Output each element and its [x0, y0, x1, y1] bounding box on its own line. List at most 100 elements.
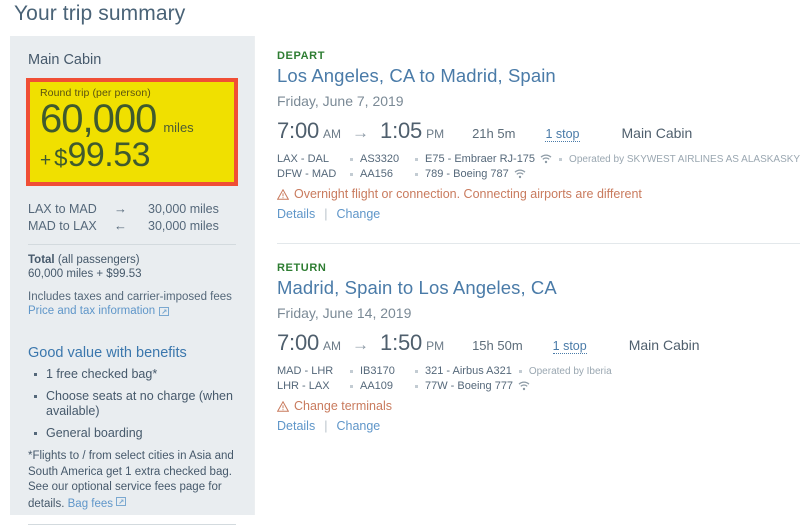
segment-separator-icon [559, 157, 563, 161]
fare-miles-unit: miles [163, 120, 194, 135]
benefits-footnote: *Flights to / from select cities in Asia… [28, 449, 238, 512]
itinerary-cabin: Main Cabin [621, 125, 693, 141]
wifi-icon [514, 169, 526, 179]
page-title: Your trip summary [14, 2, 186, 25]
time-arrow-icon: → [352, 335, 370, 354]
itinerary-date: Friday, June 7, 2019 [277, 93, 404, 109]
segment-airports: LHR - LAX [277, 380, 330, 392]
summary-content: Main Cabin Round trip (per person) 60,00… [10, 36, 800, 525]
itinerary-route: Madrid, Spain to Los Angeles, CA [277, 277, 557, 298]
itinerary-tag: RETURN [277, 262, 327, 274]
wifi-icon [540, 154, 552, 164]
bag-fees-link-wrap[interactable]: Bag fees [68, 496, 128, 510]
itinerary-depart: DEPART Los Angeles, CA to Madrid, Spain … [277, 50, 800, 221]
segment-aircraft: E75 - Embraer RJ-175 [425, 153, 536, 165]
segment-aircraft: 321 - Airbus A321 [425, 365, 512, 377]
fare-highlight-box: Round trip (per person) 60,000 miles + $… [26, 78, 238, 186]
divider [277, 243, 800, 244]
itinerary-times-row: 7:00 AM → 1:05 PM 21h 5m 1 stop Main Cab… [277, 118, 800, 144]
price-and-tax-link[interactable]: Price and tax information [28, 305, 155, 317]
divider [28, 244, 236, 245]
list-item: General boarding [34, 426, 238, 441]
footnote-text: *Flights to / from select cities in Asia… [28, 450, 234, 510]
total-value: 60,000 miles + $99.53 [28, 268, 142, 280]
segment-airports: LAX - DAL [277, 153, 329, 165]
itinerary-actions: Details | Change [277, 207, 800, 221]
trip-summary-page: Your trip summary Main Cabin Round trip … [0, 0, 800, 525]
warning-triangle-icon [277, 188, 289, 200]
leg-route: LAX to MAD [28, 202, 97, 216]
segment-flight-number: IB3170 [360, 365, 395, 377]
segment-separator-icon [350, 369, 353, 373]
depart-time: 7:00 [277, 330, 320, 355]
benefits-list: 1 free checked bag* Choose seats at no c… [30, 367, 238, 441]
itinerary-times-row: 7:00 AM → 1:50 PM 15h 50m 1 stop Main Ca… [277, 330, 800, 356]
fare-cash-value: 99.53 [67, 136, 151, 174]
itinerary-tag: DEPART [277, 50, 326, 62]
segment-separator-icon [415, 369, 418, 373]
warning-text: Change terminals [294, 399, 392, 413]
segment-flight-number: AS3320 [360, 153, 400, 165]
segment-airports: DFW - MAD [277, 168, 337, 180]
segment-flight-number: AA109 [360, 380, 394, 392]
segment-row: MAD - LHR IB3170 321 - Airbus A321 Opera… [277, 365, 800, 377]
depart-meridiem: AM [323, 339, 342, 353]
depart-time: 7:00 [277, 118, 320, 143]
segment-separator-icon [350, 384, 353, 388]
depart-meridiem: AM [323, 127, 342, 141]
stops-link[interactable]: 1 stop [552, 339, 587, 354]
segment-aircraft: 789 - Boeing 787 [425, 168, 509, 180]
itinerary-return: RETURN Madrid, Spain to Los Angeles, CA … [277, 262, 800, 433]
fare-miles-value: 60,000 [40, 97, 157, 141]
segment-separator-icon [415, 157, 418, 161]
leg-miles-table: LAX to MAD → 30,000 miles MAD to LAX ← 3… [28, 200, 219, 234]
cabin-name: Main Cabin [28, 52, 102, 68]
bag-fees-link[interactable]: Bag fees [68, 498, 113, 510]
fees-note: Includes taxes and carrier-imposed fees [28, 291, 232, 303]
actions-separator: | [324, 207, 328, 221]
leg-route: MAD to LAX [28, 219, 97, 233]
price-and-tax-link-row[interactable]: Price and tax information [28, 305, 238, 317]
itinerary-actions: Details | Change [277, 419, 800, 433]
segment-operated-by: Operated by SKYWEST AIRLINES AS ALASKASK… [569, 153, 800, 165]
itinerary-detail-panel: DEPART Los Angeles, CA to Madrid, Spain … [254, 36, 800, 515]
fare-currency-sign: $ [54, 145, 68, 172]
segment-separator-icon [350, 172, 353, 176]
segment-separator-icon [415, 384, 418, 388]
stops-link[interactable]: 1 stop [545, 127, 580, 142]
time-arrow-icon: → [352, 123, 370, 142]
wifi-icon [518, 381, 530, 391]
itinerary-warning: Change terminals [277, 399, 800, 413]
itinerary-cabin: Main Cabin [628, 337, 700, 353]
flight-duration: 15h 50m [472, 338, 523, 353]
fare-miles-row: 60,000 miles [40, 97, 224, 141]
change-link[interactable]: Change [336, 419, 380, 433]
change-link[interactable]: Change [336, 207, 380, 221]
segment-separator-icon [350, 157, 353, 161]
details-link[interactable]: Details [277, 419, 315, 433]
fare-cash-row: + $ 99.53 [40, 137, 224, 173]
total-label-rest: (all passengers) [54, 254, 140, 266]
benefits-title: Good value with benefits [28, 345, 187, 361]
arrive-meridiem: PM [426, 339, 445, 353]
list-item: 1 free checked bag* [34, 367, 238, 382]
segment-aircraft: 77W - Boeing 777 [425, 380, 514, 392]
details-link[interactable]: Details [277, 207, 315, 221]
external-link-icon [159, 306, 170, 317]
segment-flight-number: AA156 [360, 168, 394, 180]
total-label: Total (all passengers) [28, 254, 238, 266]
warning-triangle-icon [277, 400, 289, 412]
flight-duration: 21h 5m [472, 126, 516, 141]
fare-sidebar: Main Cabin Round trip (per person) 60,00… [10, 36, 254, 525]
itinerary-warning: Overnight flight or connection. Connecti… [277, 187, 800, 201]
segment-row: LHR - LAX AA109 77W - Boeing 777 [277, 380, 800, 392]
table-row: MAD to LAX ← 30,000 miles [28, 217, 219, 234]
external-link-icon [116, 496, 127, 507]
segment-row: LAX - DAL AS3320 E75 - Embraer RJ-175 Op… [277, 153, 800, 165]
segment-separator-icon [415, 172, 418, 176]
warning-text: Overnight flight or connection. Connecti… [294, 187, 642, 201]
segment-row: DFW - MAD AA156 789 - Boeing 787 [277, 168, 800, 180]
list-item: Choose seats at no charge (when availabl… [34, 389, 238, 419]
table-row: LAX to MAD → 30,000 miles [28, 200, 219, 217]
actions-separator: | [324, 419, 328, 433]
